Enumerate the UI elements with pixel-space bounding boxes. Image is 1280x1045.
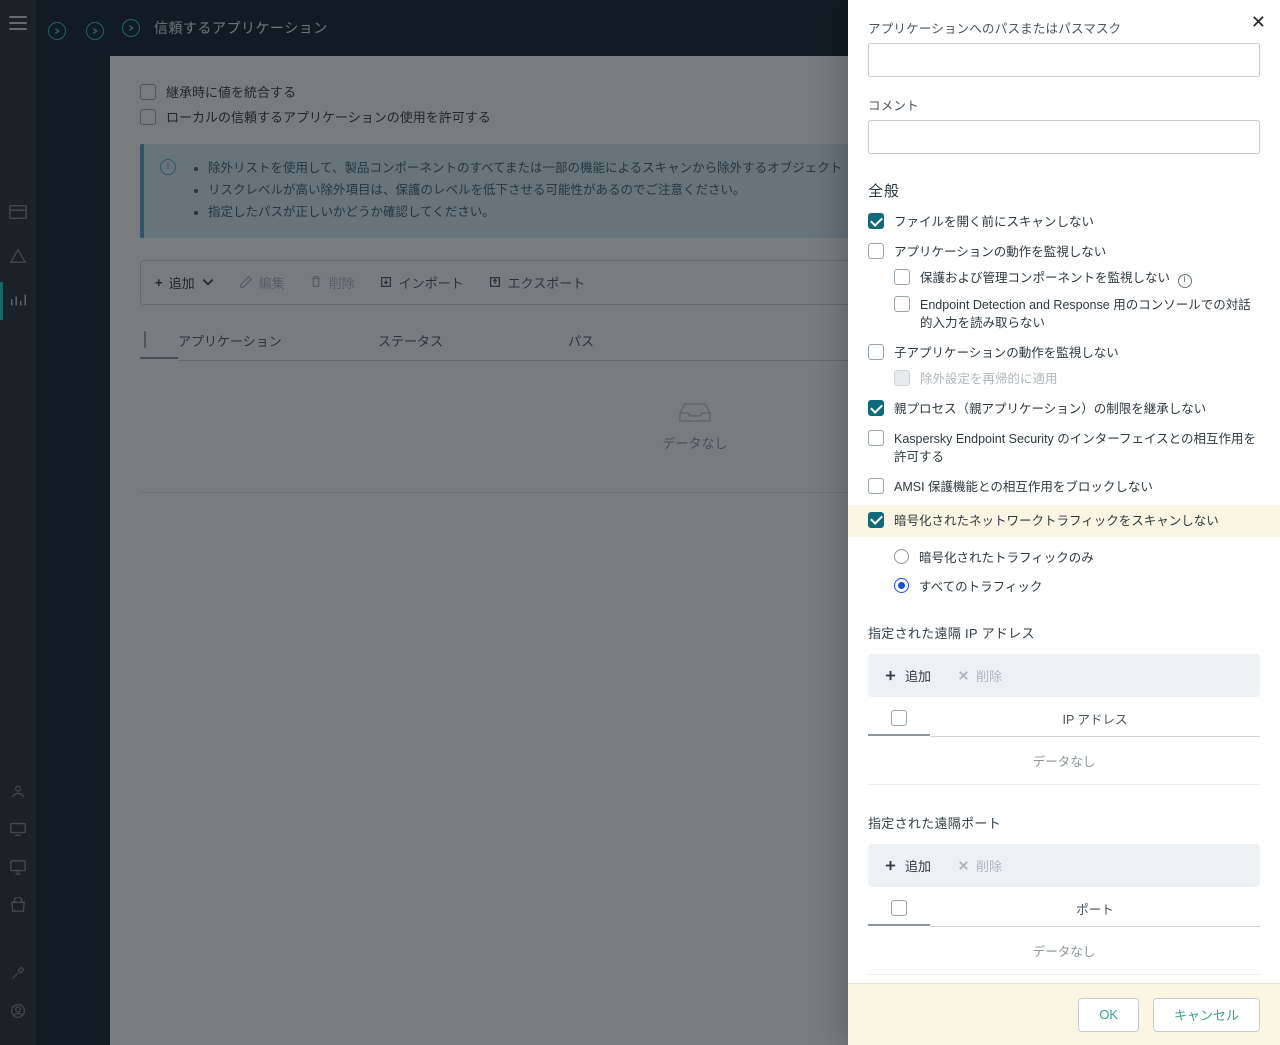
- chk-monitor-app[interactable]: アプリケーションの動作を監視しない: [868, 243, 1260, 261]
- ip-select-all-checkbox[interactable]: [891, 710, 907, 726]
- checkbox-icon[interactable]: [868, 400, 884, 416]
- panel-footer: OK キャンセル: [848, 983, 1280, 1045]
- radio-encrypted-only[interactable]: 暗号化されたトラフィックのみ: [894, 547, 1260, 566]
- path-input[interactable]: [868, 43, 1260, 77]
- checkbox-icon[interactable]: [894, 296, 910, 312]
- x-icon: [957, 669, 970, 682]
- ok-button[interactable]: OK: [1078, 998, 1139, 1032]
- checkbox-icon[interactable]: [868, 512, 884, 528]
- chk-label: 暗号化されたネットワークトラフィックをスキャンしない: [894, 512, 1219, 530]
- chk-label: 親プロセス（親アプリケーション）の制限を継承しない: [894, 400, 1206, 418]
- chk-apply-recursive: 除外設定を再帰的に適用: [894, 370, 1260, 388]
- chk-encrypted[interactable]: 暗号化されたネットワークトラフィックをスキャンしない: [868, 512, 1260, 530]
- chk-label: 保護および管理コンポーネントを監視しない i: [920, 269, 1192, 287]
- cancel-button[interactable]: キャンセル: [1153, 998, 1260, 1032]
- checkbox-icon[interactable]: [868, 243, 884, 259]
- close-icon[interactable]: ✕: [1251, 12, 1266, 33]
- remote-port-toolbar: 追加 削除: [868, 844, 1260, 887]
- chk-scan-before-open[interactable]: ファイルを開く前にスキャンしない: [868, 213, 1260, 231]
- radio-icon[interactable]: [894, 578, 909, 593]
- checkbox-icon[interactable]: [868, 344, 884, 360]
- radio-icon[interactable]: [894, 549, 909, 564]
- radio-label: すべてのトラフィック: [919, 576, 1042, 595]
- comment-label: コメント: [868, 95, 1260, 114]
- checkbox-icon[interactable]: [868, 213, 884, 229]
- plus-icon: [884, 859, 897, 872]
- radio-label: 暗号化されたトラフィックのみ: [919, 547, 1094, 566]
- chk-label: 子アプリケーションの動作を監視しない: [894, 344, 1119, 362]
- ip-delete-label: 削除: [976, 666, 1002, 685]
- chk-label: ファイルを開く前にスキャンしない: [894, 213, 1094, 231]
- port-delete-label: 削除: [976, 856, 1002, 875]
- checkbox-icon: [894, 370, 910, 386]
- chk-monitor-protect[interactable]: 保護および管理コンポーネントを監視しない i: [894, 269, 1260, 287]
- checkbox-icon[interactable]: [894, 269, 910, 285]
- plus-icon: [884, 669, 897, 682]
- info-icon[interactable]: i: [1178, 274, 1192, 288]
- remote-port-title: 指定された遠隔ポート: [868, 813, 1260, 832]
- remote-ip-title: 指定された遠隔 IP アドレス: [868, 623, 1260, 642]
- port-add-label: 追加: [905, 856, 931, 875]
- chk-label: AMSI 保護機能との相互作用をブロックしない: [894, 478, 1153, 496]
- port-add-button[interactable]: 追加: [884, 856, 931, 875]
- chk-kes-interface[interactable]: Kaspersky Endpoint Security のインターフェイスとの相…: [868, 430, 1260, 466]
- checkbox-icon[interactable]: [868, 478, 884, 494]
- chk-label: アプリケーションの動作を監視しない: [894, 243, 1106, 261]
- general-section-title: 全般: [868, 180, 1260, 201]
- x-icon: [957, 859, 970, 872]
- comment-input[interactable]: [868, 120, 1260, 154]
- side-panel: ✕ アプリケーションへのパスまたはパスマスク コメント 全般 ファイルを開く前に…: [848, 0, 1280, 1045]
- port-select-all-checkbox[interactable]: [891, 900, 907, 916]
- ip-col-header[interactable]: IP アドレス: [930, 709, 1260, 737]
- ip-add-label: 追加: [905, 666, 931, 685]
- port-col-header[interactable]: ポート: [930, 899, 1260, 927]
- chk-amsi[interactable]: AMSI 保護機能との相互作用をブロックしない: [868, 478, 1260, 496]
- ip-delete-button[interactable]: 削除: [957, 666, 1002, 685]
- checkbox-icon[interactable]: [868, 430, 884, 446]
- chk-label: Kaspersky Endpoint Security のインターフェイスとの相…: [894, 430, 1260, 466]
- ip-empty: データなし: [868, 737, 1260, 785]
- chk-monitor-child[interactable]: 子アプリケーションの動作を監視しない: [868, 344, 1260, 362]
- radio-all-traffic[interactable]: すべてのトラフィック: [894, 576, 1260, 595]
- remote-ip-toolbar: 追加 削除: [868, 654, 1260, 697]
- chk-label: 除外設定を再帰的に適用: [920, 370, 1058, 388]
- port-empty: データなし: [868, 927, 1260, 975]
- path-label: アプリケーションへのパスまたはパスマスク: [868, 18, 1260, 37]
- chk-label: Endpoint Detection and Response 用のコンソールで…: [920, 296, 1260, 332]
- port-delete-button[interactable]: 削除: [957, 856, 1002, 875]
- ip-add-button[interactable]: 追加: [884, 666, 931, 685]
- chk-edr-console[interactable]: Endpoint Detection and Response 用のコンソールで…: [894, 296, 1260, 332]
- chk-inherit-parent[interactable]: 親プロセス（親アプリケーション）の制限を継承しない: [868, 400, 1260, 418]
